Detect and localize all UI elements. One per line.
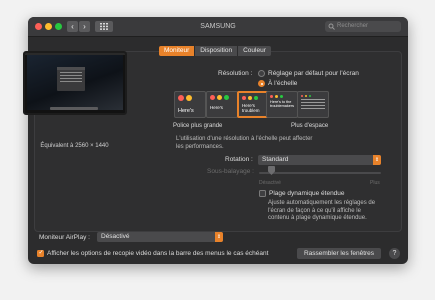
default-resolution-label: Réglage par défaut pour l'écran [268,70,359,77]
radio-scaled-resolution[interactable] [258,80,265,87]
scaled-resolution-label: À l'échelle [268,80,298,87]
equivalent-resolution: Équivalent à 2560 × 1440 [40,143,109,149]
mirroring-label: Afficher les options de recopie vidéo da… [47,250,269,257]
radio-default-resolution[interactable] [258,70,265,77]
gather-windows-button[interactable]: Rassembler les fenêtres [297,248,381,259]
scale-option-3[interactable]: Here's troublem [237,91,269,118]
monitor-preview [23,51,127,115]
scale-option-1[interactable]: Here's [174,91,206,118]
tab-moniteur[interactable]: Moniteur [159,46,196,56]
search-icon [328,23,335,30]
mini-window [57,67,85,91]
airplay-value: Désactivé [101,233,130,240]
scale-option-4[interactable]: Here's to the troublemakers [266,91,298,118]
tab-couleur[interactable]: Couleur [238,46,271,56]
larger-text-label: Police plus grande [173,123,223,129]
airplay-select[interactable]: Désactivé ⇕ [97,232,223,242]
underscan-slider[interactable] [259,172,381,174]
tab-disposition[interactable]: Disposition [195,46,239,56]
hdr-label: Plage dynamique étendue [269,190,345,197]
help-button[interactable]: ? [389,248,400,259]
scale-option-2[interactable]: Here's [206,91,238,118]
mini-dock [50,107,98,110]
title-bar: ‹ › SAMSUNG Rechercher [28,17,408,37]
rotation-select[interactable]: Standard ⇕ [258,155,381,165]
scale-sample-text: Here's troublem [242,103,260,113]
scaling-performance-note: L'utilisation d'une résolution à l'échel… [176,136,313,150]
chevron-updown-icon: ⇕ [373,155,381,165]
underscan-max-label: Plus [370,180,380,186]
scale-sample-text: Here's [210,105,223,110]
resolution-label: Résolution : [218,70,253,77]
mirroring-checkbox[interactable] [37,249,44,257]
underscan-min-label: Désactivé [259,180,281,186]
chevron-updown-icon: ⇕ [215,232,223,242]
scale-option-5[interactable] [297,91,329,118]
search-placeholder: Rechercher [337,23,369,29]
rotation-label: Rotation : [225,156,253,163]
scale-sample-text: Here's [178,108,194,114]
mini-menu-bar [25,53,125,55]
hdr-checkbox[interactable] [259,190,266,197]
search-input[interactable]: Rechercher [325,21,401,32]
hdr-description: Ajuste automatiquement les réglages de l… [268,200,376,221]
rotation-value: Standard [262,156,289,163]
airplay-label: Moniteur AirPlay : [39,234,90,241]
underscan-label: Sous-balayage : [207,168,254,175]
scale-sample-text: Here's to the troublemakers [270,100,295,108]
tab-bar: Moniteur Disposition Couleur [159,46,271,56]
more-space-label: Plus d'espace [291,123,329,129]
